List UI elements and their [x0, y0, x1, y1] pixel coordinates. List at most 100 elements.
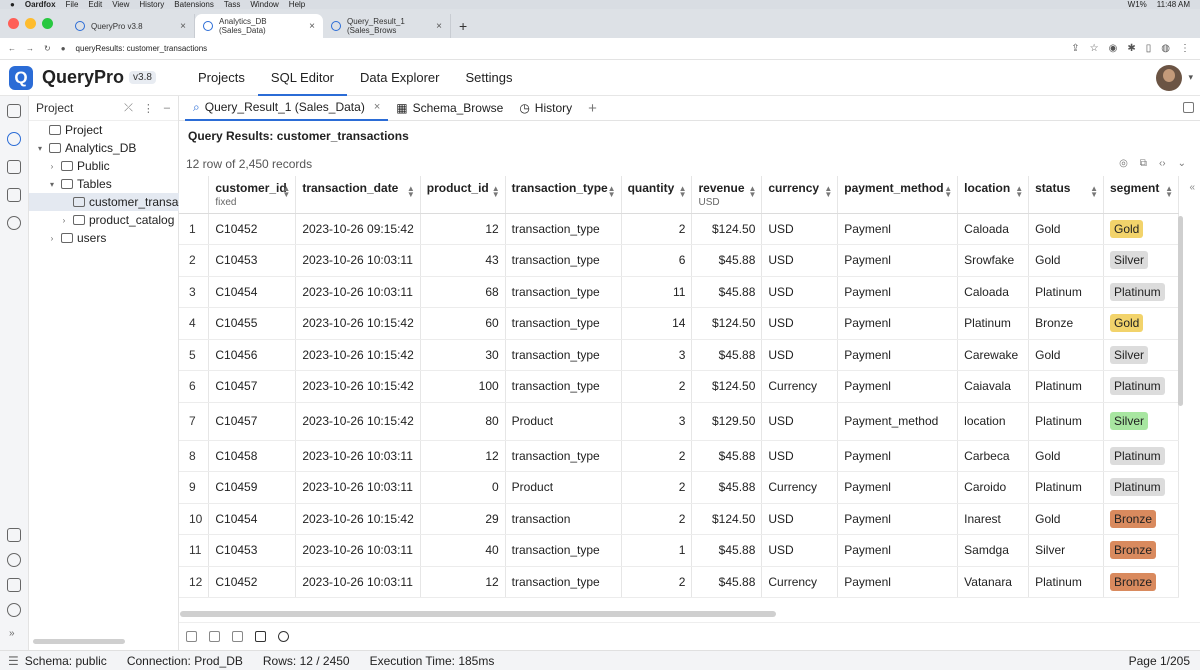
table-cell-revenue[interactable]: $45.88	[691, 440, 763, 472]
chevron-icon[interactable]: ›	[47, 162, 57, 171]
target-icon[interactable]	[7, 553, 21, 567]
menu-edit[interactable]: Edit	[88, 0, 102, 9]
browser-tab-query-result[interactable]: Query_Result_1 (Sales_Brows ×	[323, 14, 451, 38]
table-cell-product_id[interactable]: 12	[420, 440, 506, 472]
table-cell-currency[interactable]: USD	[761, 503, 839, 535]
table-cell-revenue[interactable]: $45.88	[691, 566, 763, 598]
table-cell-rn[interactable]: 10	[179, 503, 210, 535]
table-cell-location[interactable]: location	[957, 402, 1030, 441]
table-row[interactable]: 8 C10458 2023-10-26 10:03:11 12 transaction_…	[179, 440, 1179, 472]
browser-menu-icon[interactable]: ⋮	[1180, 43, 1190, 54]
close-tab-icon[interactable]: ×	[309, 21, 315, 32]
table-cell-status[interactable]: Platinum	[1028, 471, 1104, 504]
table-cell-transaction_date[interactable]: 2023-10-26 10:03:11	[295, 566, 421, 598]
table-row[interactable]: 11 C10453 2023-10-26 10:03:11 40 transaction…	[179, 534, 1179, 567]
table-cell-segment[interactable]: Gold	[1103, 213, 1179, 245]
sort-icon[interactable]: ▲ ▼	[492, 185, 500, 199]
tab-schema-browse[interactable]: ▦ Schema_Browse	[388, 96, 511, 121]
nav-sql-editor[interactable]: SQL Editor	[257, 60, 348, 96]
table-cell-location[interactable]: Srowfake	[957, 244, 1030, 277]
table-cell-payment_method[interactable]: Paymenl	[837, 276, 959, 308]
table-cell-segment[interactable]: Platinum	[1103, 370, 1179, 403]
table-cell-revenue[interactable]: $124.50	[691, 370, 763, 403]
table-cell-currency[interactable]: USD	[761, 339, 839, 371]
minimize-window-button[interactable]	[25, 18, 36, 29]
chevron-down-icon[interactable]: ▾	[1188, 72, 1193, 83]
table-cell-location[interactable]: Caroido	[957, 471, 1030, 504]
table-cell-currency[interactable]: Currency	[761, 566, 839, 598]
clock-icon[interactable]	[278, 630, 289, 642]
table-cell-location[interactable]: Platinum	[957, 307, 1030, 340]
share-icon[interactable]: ⇪	[1071, 43, 1079, 54]
close-tab-icon[interactable]: ×	[180, 21, 186, 32]
sort-icon[interactable]: ▲ ▼	[407, 185, 415, 199]
table-cell-transaction_type[interactable]: Product	[505, 402, 622, 441]
table-cell-currency[interactable]: USD	[761, 307, 839, 340]
sidebar-toggle-icon[interactable]: ▯	[1146, 43, 1152, 54]
table-cell-currency[interactable]: USD	[761, 402, 839, 441]
column-header-status[interactable]: status ▲ ▼	[1028, 176, 1104, 214]
storage-icon[interactable]	[7, 578, 21, 592]
table-cell-payment_method[interactable]: Paymenl	[837, 244, 959, 277]
sort-icon[interactable]: ▲ ▼	[282, 185, 290, 199]
table-row[interactable]: 6 C10457 2023-10-26 10:15:42 100 transaction…	[179, 370, 1179, 403]
table-cell-payment_method[interactable]: Paymenl	[837, 534, 959, 567]
table-cell-quantity[interactable]: 2	[621, 503, 693, 535]
table-cell-revenue[interactable]: $124.50	[691, 307, 763, 340]
tree-item[interactable]: ▾ Tables	[29, 175, 179, 193]
table-row[interactable]: 7 C10457 2023-10-26 10:15:42 80 Product 3 $129…	[179, 402, 1179, 441]
table-cell-product_id[interactable]: 100	[420, 370, 506, 403]
battery-status[interactable]: W1%	[1128, 0, 1147, 9]
table-cell-currency[interactable]: USD	[761, 534, 839, 567]
sort-icon[interactable]: ▲ ▼	[1015, 185, 1023, 199]
table-cell-transaction_type[interactable]: transaction	[505, 503, 622, 535]
table-cell-quantity[interactable]: 2	[621, 213, 693, 245]
avatar[interactable]	[1156, 65, 1182, 91]
table-cell-revenue[interactable]: $45.88	[691, 339, 763, 371]
table-cell-segment[interactable]: Platinum	[1103, 471, 1179, 504]
table-cell-payment_method[interactable]: Paymenl	[837, 566, 959, 598]
sidebar-menu-icon[interactable]: ⋮	[143, 102, 154, 115]
tree-item[interactable]: › users	[29, 229, 179, 247]
tab-query-result[interactable]: ⌕ Query_Result_1 (Sales_Data) ×	[185, 96, 389, 121]
sort-icon[interactable]: ▲ ▼	[1090, 185, 1098, 199]
table-cell-revenue[interactable]: $124.50	[691, 213, 763, 245]
table-cell-transaction_type[interactable]: transaction_type	[505, 276, 622, 308]
back-icon[interactable]: ←	[8, 44, 16, 53]
table-cell-product_id[interactable]: 68	[420, 276, 506, 308]
table-cell-customer_id[interactable]: C10453	[208, 534, 297, 567]
table-cell-product_id[interactable]: 30	[420, 339, 506, 371]
table-cell-quantity[interactable]: 2	[621, 440, 693, 472]
table-cell-product_id[interactable]: 12	[420, 566, 506, 598]
table-cell-rn[interactable]: 3	[179, 276, 210, 308]
table-cell-revenue[interactable]: $129.50	[691, 402, 763, 441]
column-header-customer_id[interactable]: customer_id ▲ ▼ fixed	[208, 176, 297, 214]
nav-data-explorer[interactable]: Data Explorer	[347, 60, 452, 96]
table-cell-transaction_type[interactable]: transaction_type	[505, 370, 622, 403]
table-cell-customer_id[interactable]: C10457	[208, 402, 297, 441]
table-cell-transaction_type[interactable]: transaction_type	[505, 307, 622, 340]
close-window-button[interactable]	[8, 18, 19, 29]
table-icon[interactable]	[7, 188, 21, 202]
table-cell-status[interactable]: Silver	[1028, 534, 1104, 567]
extension-icon[interactable]: ◉	[1109, 43, 1118, 54]
table-cell-location[interactable]: Samdga	[957, 534, 1030, 567]
table-cell-transaction_type[interactable]: Product	[505, 471, 622, 504]
table-cell-product_id[interactable]: 80	[420, 402, 506, 441]
connection-icon[interactable]	[7, 528, 21, 542]
sort-icon[interactable]: ▲ ▼	[824, 185, 832, 199]
table-cell-transaction_date[interactable]: 2023-10-26 09:15:42	[295, 213, 421, 245]
table-cell-segment[interactable]: Bronze	[1103, 566, 1179, 598]
horizontal-scrollbar[interactable]	[180, 611, 776, 617]
table-cell-transaction_date[interactable]: 2023-10-26 10:15:42	[295, 503, 421, 535]
table-cell-rn[interactable]: 6	[179, 370, 210, 403]
collapse-panel-icon[interactable]: «	[1189, 182, 1195, 193]
export-icon[interactable]: ⧉	[1140, 158, 1147, 169]
table-cell-quantity[interactable]: 1	[621, 534, 693, 567]
chevron-down-icon[interactable]: ⌄	[1178, 158, 1186, 169]
table-cell-status[interactable]: Gold	[1028, 339, 1104, 371]
table-row[interactable]: 12 C10452 2023-10-26 10:03:11 12 transaction…	[179, 566, 1179, 598]
url-field[interactable]: queryResults: customer_transactions	[76, 44, 208, 53]
table-cell-rn[interactable]: 2	[179, 244, 210, 277]
table-cell-payment_method[interactable]: Paymenl	[837, 503, 959, 535]
